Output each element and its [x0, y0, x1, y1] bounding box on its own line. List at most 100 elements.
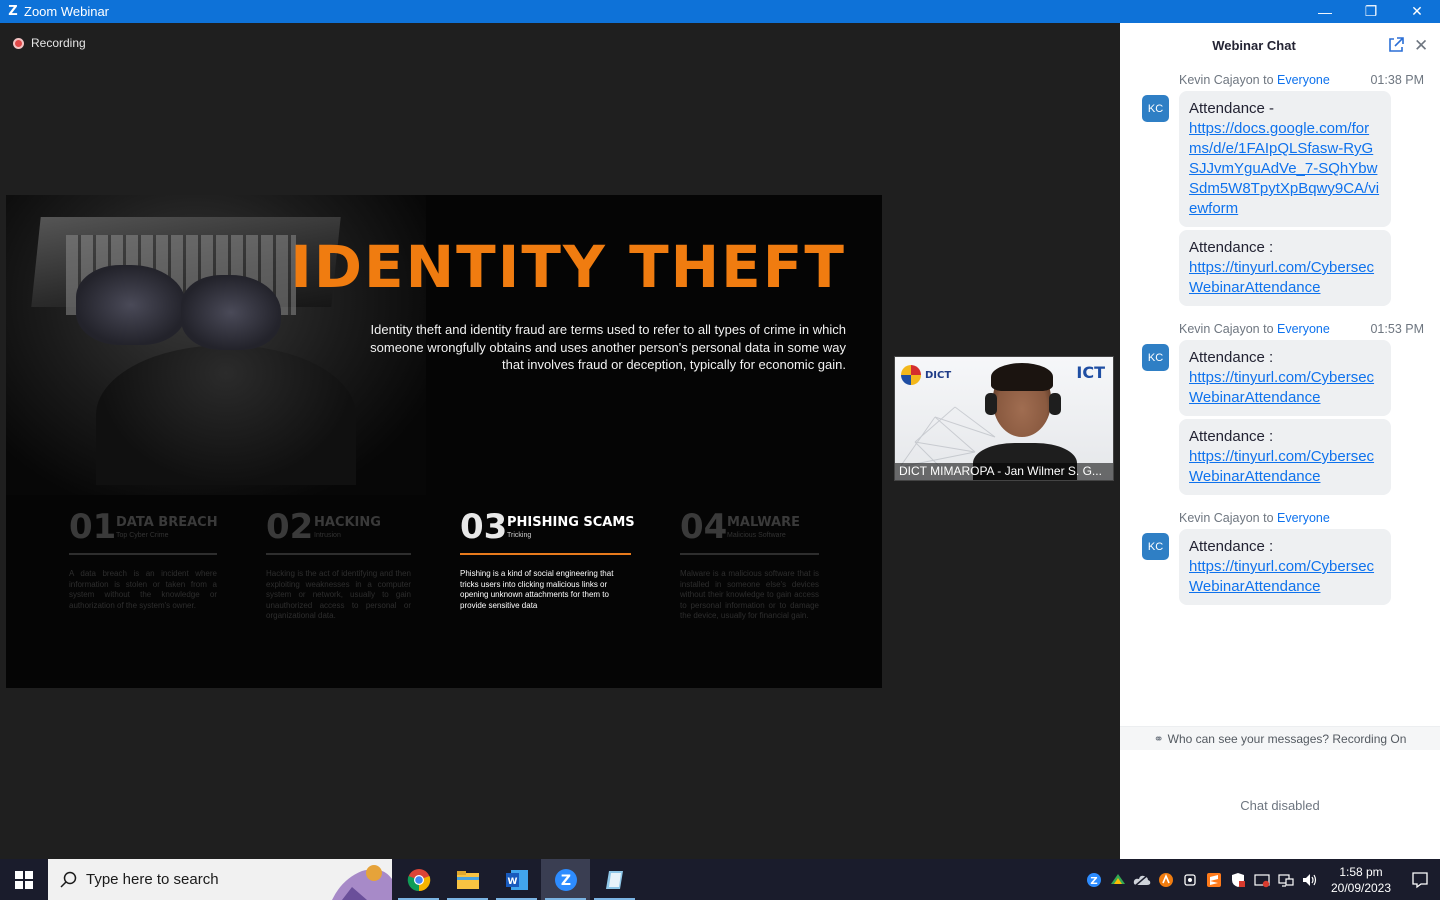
recording-indicator[interactable]: Recording	[13, 36, 86, 50]
zoom-logo-icon: Z	[8, 4, 18, 19]
search-icon	[60, 871, 77, 888]
zoom-tray-icon[interactable]: Z	[1082, 859, 1106, 900]
taskbar-app-file-explorer[interactable]	[443, 859, 492, 900]
item-text: Hacking is the act of identifying and th…	[266, 569, 411, 620]
item-number: 01	[69, 507, 117, 547]
item-subtitle: Intrusion	[314, 532, 341, 539]
volume-tray-icon[interactable]	[1298, 859, 1322, 900]
restore-button[interactable]: ❐	[1348, 0, 1394, 23]
person-lock-icon: ⚭	[1153, 731, 1164, 746]
display-settings-tray-icon[interactable]	[1250, 859, 1274, 900]
system-tray: Z 1:58 pm 20/09/2023	[1082, 859, 1440, 900]
item-name: DATA BREACH	[116, 515, 218, 530]
taskbar-app-zoom[interactable]: Z	[541, 859, 590, 900]
taskbar-apps: W Z	[394, 859, 639, 900]
message-time: 01:38 PM	[1370, 73, 1424, 87]
message-meta: Kevin Cajayon to Everyone	[1179, 322, 1330, 336]
bubble-label: Attendance -	[1189, 100, 1275, 117]
taskbar-search-box[interactable]: Type here to search	[48, 859, 392, 900]
chat-privacy-notice[interactable]: ⚭ Who can see your messages? Recording O…	[1120, 726, 1440, 750]
recording-dot-icon	[13, 37, 24, 49]
sublime-tray-icon[interactable]	[1202, 859, 1226, 900]
bubble-link[interactable]: https://docs.google.com/forms/d/e/1FAIpQ…	[1189, 119, 1381, 219]
item-text: A data breach is an incident where infor…	[69, 569, 217, 610]
speaker-video-tile[interactable]: DICT ICT DICT MIMAROPA - Jan Wilmer S. G…	[894, 356, 1114, 481]
chrome-icon	[407, 868, 430, 891]
taskbar-clock[interactable]: 1:58 pm 20/09/2023	[1322, 864, 1400, 896]
chat-bubble: Attendance : https://tinyurl.com/Cyberse…	[1179, 419, 1391, 495]
taskbar-app-word[interactable]: W	[492, 859, 541, 900]
network-tray-icon[interactable]	[1274, 859, 1298, 900]
privacy-text: Who can see your messages? Recording On	[1167, 731, 1407, 746]
start-button[interactable]	[0, 859, 48, 900]
bubble-label: Attendance :	[1189, 349, 1274, 366]
window-title: Zoom Webinar	[24, 4, 110, 19]
window-titlebar: Z Zoom Webinar — ❐ ✕	[0, 0, 1440, 23]
slide-description: Identity theft and identity fraud are te…	[370, 322, 846, 372]
message-meta: Kevin Cajayon to Everyone	[1179, 73, 1330, 87]
chat-bubble: Attendance - https://docs.google.com/for…	[1179, 91, 1391, 227]
recording-label: Recording	[31, 36, 86, 50]
windows-logo-icon	[15, 870, 33, 889]
window-controls: — ❐ ✕	[1302, 0, 1440, 23]
avast-tray-icon[interactable]	[1154, 859, 1178, 900]
item-number: 04	[680, 507, 728, 547]
minimize-button[interactable]: —	[1302, 0, 1348, 23]
message-meta: Kevin Cajayon to Everyone	[1179, 511, 1330, 525]
sender-name: Kevin Cajayon	[1179, 322, 1260, 336]
clock-date: 20/09/2023	[1330, 880, 1392, 895]
to-word: to	[1263, 322, 1274, 336]
avatar: KC	[1142, 533, 1169, 560]
webinar-chat-panel: Webinar Chat ✕ Kevin Cajayon to Everyone…	[1120, 23, 1440, 859]
item-number: 03	[460, 507, 508, 547]
zoom-icon: Z	[554, 868, 577, 891]
word-icon: W	[505, 869, 528, 890]
notification-icon	[1412, 871, 1428, 888]
message-time: 01:53 PM	[1370, 322, 1424, 336]
recipient-link[interactable]: Everyone	[1277, 511, 1330, 525]
taskbar-app-notepad[interactable]	[590, 859, 639, 900]
file-explorer-icon	[456, 870, 479, 889]
dict-logo-text: DICT	[925, 369, 952, 381]
cloud-tray-icon[interactable]	[1130, 859, 1154, 900]
chat-header: Webinar Chat ✕	[1120, 23, 1440, 68]
recipient-link[interactable]: Everyone	[1277, 322, 1330, 336]
notifications-button[interactable]	[1400, 859, 1440, 900]
svg-text:Z: Z	[560, 873, 570, 889]
item-name: MALWARE	[727, 515, 800, 530]
svg-text:W: W	[507, 877, 517, 887]
bubble-link[interactable]: https://tinyurl.com/CybersecWebinarAtten…	[1189, 258, 1381, 298]
bubble-link[interactable]: https://tinyurl.com/CybersecWebinarAtten…	[1189, 447, 1381, 487]
shield-tray-icon[interactable]	[1226, 859, 1250, 900]
svg-text:Z: Z	[1090, 876, 1097, 887]
chat-bubble: Attendance : https://tinyurl.com/Cyberse…	[1179, 340, 1391, 416]
popout-icon[interactable]	[1388, 37, 1404, 53]
speaker-name-label: DICT MIMAROPA - Jan Wilmer S. G...	[895, 463, 1113, 480]
item-subtitle: Malicious Software	[727, 532, 786, 539]
item-text: Malware is a malicious software that is …	[680, 569, 819, 620]
avatar: KC	[1142, 344, 1169, 371]
dict-seal-icon	[901, 365, 921, 385]
bubble-link[interactable]: https://tinyurl.com/CybersecWebinarAtten…	[1189, 557, 1381, 597]
close-button[interactable]: ✕	[1394, 0, 1440, 23]
close-chat-icon[interactable]: ✕	[1414, 36, 1428, 56]
search-highlight-icon	[332, 865, 392, 900]
bubble-label: Attendance :	[1189, 239, 1274, 256]
item-number: 02	[266, 507, 314, 547]
bubble-link[interactable]: https://tinyurl.com/CybersecWebinarAtten…	[1189, 368, 1381, 408]
item-text: Phishing is a kind of social engineering…	[460, 569, 614, 610]
chat-bubble: Attendance : https://tinyurl.com/Cyberse…	[1179, 230, 1391, 306]
meet-tray-icon[interactable]	[1178, 859, 1202, 900]
windows-taskbar: Type here to search W Z Z 1:58 pm 20/09/…	[0, 859, 1440, 900]
item-subtitle: Top Cyber Crime	[116, 532, 169, 539]
maps-tray-icon[interactable]	[1106, 859, 1130, 900]
chat-bubble: Attendance : https://tinyurl.com/Cyberse…	[1179, 529, 1391, 605]
bubble-label: Attendance :	[1189, 428, 1274, 445]
slide-items: 01 DATA BREACH Top Cyber Crime A data br…	[6, 507, 882, 667]
to-word: to	[1263, 511, 1274, 525]
search-placeholder: Type here to search	[86, 871, 219, 888]
taskbar-app-chrome[interactable]	[394, 859, 443, 900]
shared-slide: IDENTITY THEFT Identity theft and identi…	[6, 195, 882, 688]
to-word: to	[1263, 73, 1274, 87]
recipient-link[interactable]: Everyone	[1277, 73, 1330, 87]
